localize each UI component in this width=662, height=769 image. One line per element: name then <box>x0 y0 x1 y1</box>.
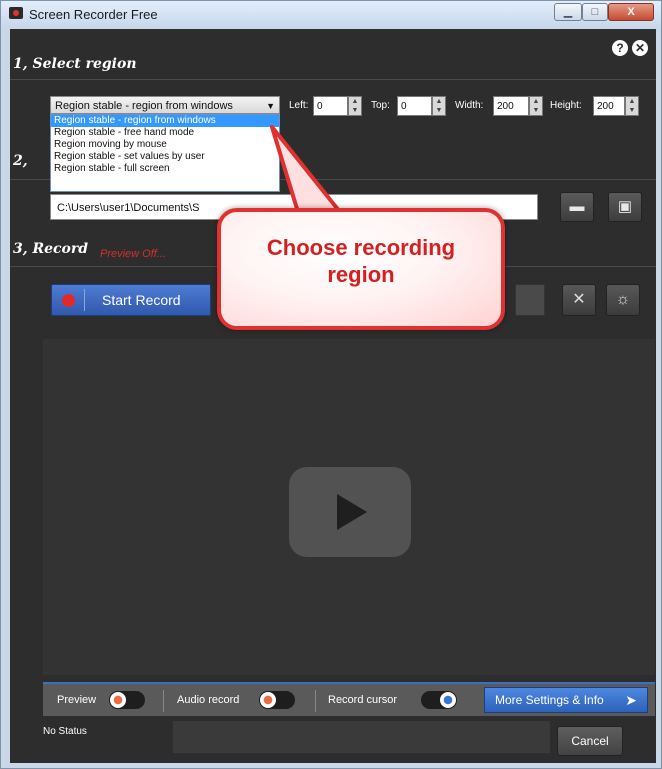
close-button[interactable]: X <box>608 3 654 21</box>
save-icon: ▣ <box>617 198 633 215</box>
toggle-knob <box>110 692 126 708</box>
app-window: Screen Recorder Free ▁ □ X 1, Select reg… <box>0 0 662 769</box>
callout-line-2: region <box>327 262 395 287</box>
callout-text: Choose recording region <box>221 234 501 288</box>
preview-toggle[interactable] <box>109 691 145 709</box>
send-icon: ➤ <box>625 692 637 708</box>
dropdown-option[interactable]: Region stable - set values by user <box>51 151 279 163</box>
left-stepper[interactable]: ▲ ▼ <box>348 96 362 116</box>
options-bar: Preview Audio record Record cursor More … <box>43 682 655 716</box>
toggle-knob <box>440 692 456 708</box>
height-stepper[interactable]: ▲ ▼ <box>625 96 639 116</box>
open-folder-button[interactable]: ▬ <box>560 192 594 222</box>
dropdown-option[interactable]: Region stable - free hand mode <box>51 127 279 139</box>
left-input[interactable]: 0 <box>313 96 348 116</box>
status-text: No Status <box>43 726 87 737</box>
dropdown-option[interactable]: Region stable - region from windows <box>51 115 279 127</box>
width-input[interactable]: 200 <box>493 96 529 116</box>
header-icons: ? ✕ <box>608 39 648 56</box>
start-record-label: Start Record <box>102 292 181 308</box>
callout-line-1: Choose recording <box>266 235 456 260</box>
divider <box>84 289 85 311</box>
height-label: Height: <box>550 100 582 111</box>
close-panel-icon[interactable]: ✕ <box>632 40 648 56</box>
audio-record-label: Audio record <box>177 694 240 706</box>
region-mode-select[interactable]: Region stable - region from windows ▼ <box>50 96 280 114</box>
top-input[interactable]: 0 <box>397 96 432 116</box>
window-title: Screen Recorder Free <box>29 7 158 22</box>
audio-record-toggle[interactable] <box>259 691 295 709</box>
section-select-region-title: 1, Select region <box>13 56 137 72</box>
start-record-button[interactable]: Start Record <box>51 284 211 316</box>
tools-icon: ✕ <box>572 291 586 308</box>
video-preview-area <box>43 339 655 675</box>
record-icon <box>62 294 75 307</box>
app-logo-icon <box>9 7 23 19</box>
region-mode-value: Region stable - region from windows <box>55 100 233 112</box>
brightness-button[interactable]: ☼ <box>606 284 640 316</box>
help-icon[interactable]: ? <box>612 40 628 56</box>
left-label: Left: <box>289 100 309 111</box>
record-cursor-label: Record cursor <box>328 694 398 706</box>
play-icon[interactable] <box>289 467 411 557</box>
width-label: Width: <box>455 100 484 111</box>
divider <box>163 690 164 712</box>
top-label: Top: <box>371 100 390 111</box>
folder-icon: ▬ <box>569 198 585 215</box>
preview-label: Preview <box>57 694 97 706</box>
top-stepper[interactable]: ▲ ▼ <box>432 96 446 116</box>
status-field <box>173 721 550 753</box>
dropdown-option[interactable]: Region moving by mouse <box>51 139 279 151</box>
divider <box>10 79 656 80</box>
section-2-number: 2, <box>13 153 28 169</box>
save-button[interactable]: ▣ <box>608 192 642 222</box>
height-input[interactable]: 200 <box>593 96 625 116</box>
minimize-button[interactable]: ▁ <box>554 3 582 21</box>
hidden-button[interactable] <box>515 284 545 316</box>
dropdown-option[interactable]: Region stable - full screen <box>51 163 279 175</box>
divider <box>315 690 316 712</box>
record-cursor-toggle[interactable] <box>421 691 457 709</box>
section-record-title: 3, Record <box>13 241 89 257</box>
sun-icon: ☼ <box>615 291 631 308</box>
more-settings-label: More Settings & Info <box>495 693 604 707</box>
more-settings-button[interactable]: More Settings & Info ➤ <box>484 687 648 713</box>
preview-status: Preview Off... <box>100 248 167 260</box>
toggle-knob <box>260 692 276 708</box>
title-bar: Screen Recorder Free ▁ □ X <box>1 1 661 27</box>
cancel-button[interactable]: Cancel <box>557 726 623 756</box>
chevron-down-icon: ▼ <box>266 101 275 111</box>
width-stepper[interactable]: ▲ ▼ <box>529 96 543 116</box>
app-body: 1, Select region ? ✕ Region stable - regi… <box>10 29 656 763</box>
tools-button[interactable]: ✕ <box>562 284 596 316</box>
callout-annotation: Choose recording region <box>217 208 505 330</box>
region-mode-dropdown[interactable]: Region stable - region from windows Regi… <box>50 114 280 192</box>
maximize-button[interactable]: □ <box>582 3 608 21</box>
